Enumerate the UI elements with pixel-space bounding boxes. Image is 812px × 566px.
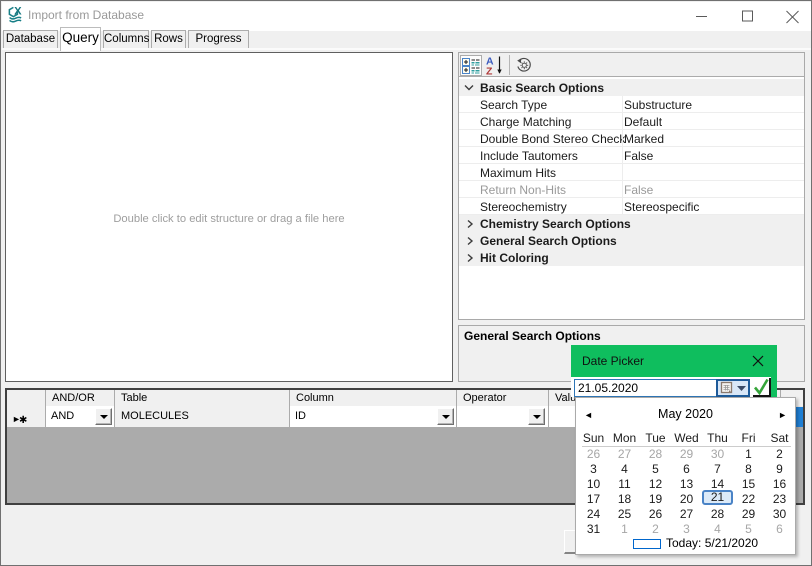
svg-text:Z: Z xyxy=(486,66,493,77)
svg-text:X: X xyxy=(14,6,22,18)
